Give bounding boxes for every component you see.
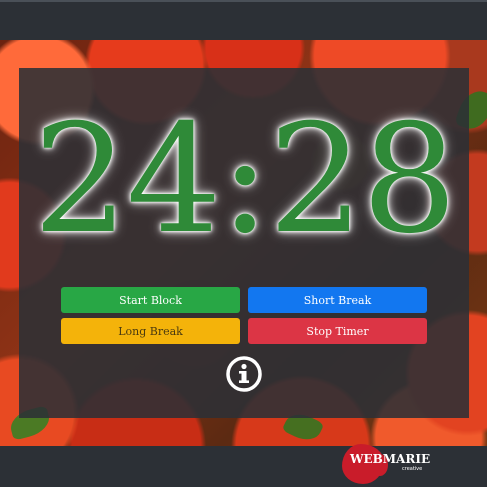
timer-display: 24:28 (32, 93, 457, 267)
logo-text: WEBMARIE (350, 452, 431, 466)
short-break-button[interactable]: Short Break (248, 287, 427, 313)
start-block-button[interactable]: Start Block (61, 287, 240, 313)
logo-tagline: creative (402, 466, 423, 472)
webmarie-logo[interactable]: WEBMARIE creative (342, 444, 432, 484)
stop-timer-button[interactable]: Stop Timer (248, 318, 427, 344)
info-icon[interactable] (225, 355, 263, 393)
top-bar (0, 0, 487, 40)
long-break-button[interactable]: Long Break (61, 318, 240, 344)
